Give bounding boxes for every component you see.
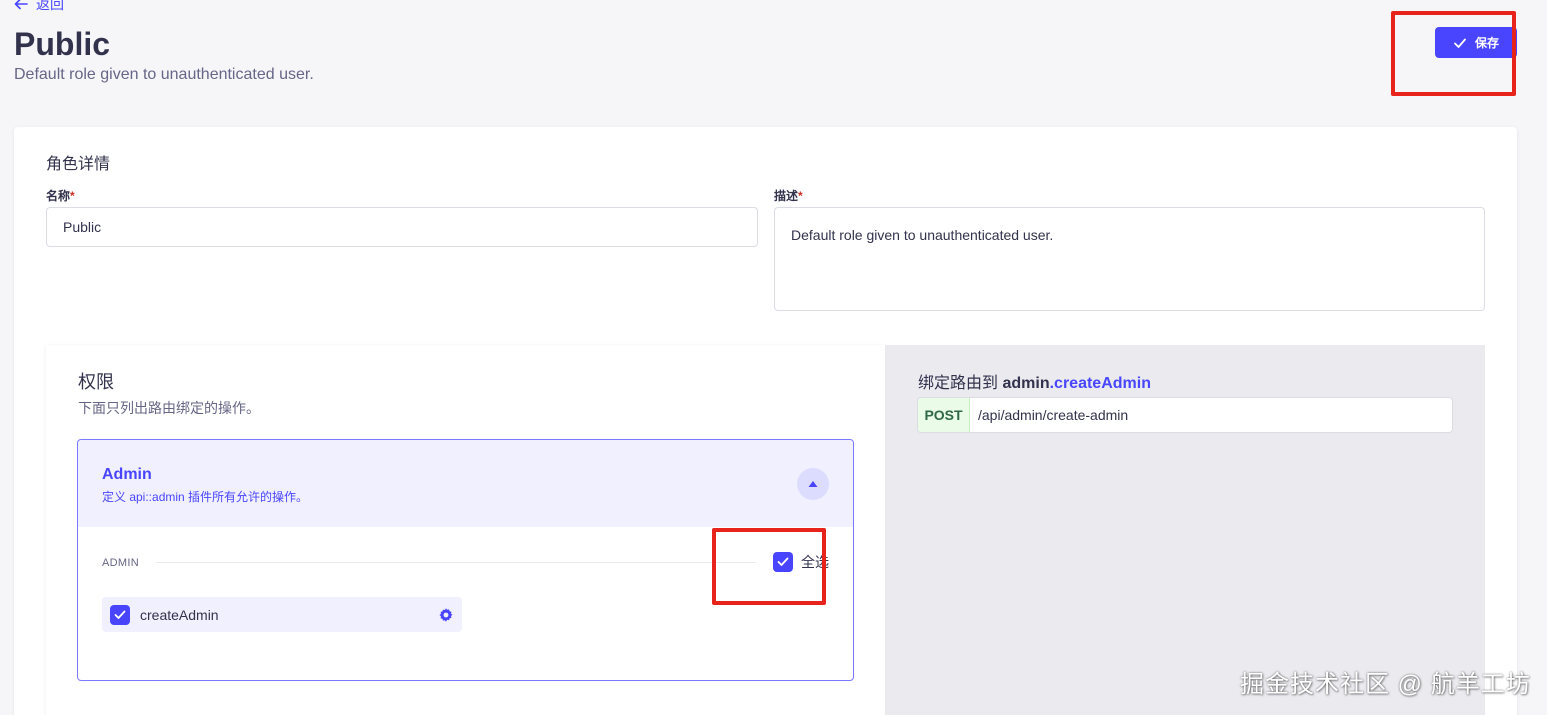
route-box: POST /api/admin/create-admin (917, 397, 1453, 433)
permissions-description: 下面只列出路由绑定的操作。 (78, 400, 260, 416)
action-row-createAdmin[interactable]: createAdmin (102, 597, 462, 632)
required-mark: * (70, 189, 75, 203)
action-label: createAdmin (140, 606, 219, 623)
description-textarea-value: Default role given to unauthenticated us… (791, 227, 1054, 243)
watermark-text: 掘金技术社区 @ 航羊工坊 (1240, 671, 1531, 698)
accordion-header[interactable]: Admin 定义 api::admin 插件所有允许的操作。 (78, 440, 853, 527)
http-method-badge: POST (918, 398, 970, 432)
back-link-label: 返回 (36, 0, 64, 12)
page-subtitle: Default role given to unauthenticated us… (14, 66, 314, 83)
route-path: /api/admin/create-admin (978, 407, 1129, 423)
select-all-checkbox[interactable]: 全选 (773, 552, 829, 572)
route-controller: admin (1002, 375, 1050, 392)
route-action: createAdmin (1054, 375, 1151, 392)
select-all-checkbox-box[interactable] (773, 552, 793, 572)
back-link[interactable]: 返回 (14, 0, 64, 14)
route-title-prefix: 绑定路由到 (918, 375, 999, 392)
gear-icon[interactable] (438, 607, 454, 623)
select-all-label: 全选 (801, 554, 829, 570)
description-field-label: 描述* (774, 187, 803, 204)
group-divider (156, 562, 756, 563)
description-textarea[interactable]: Default role given to unauthenticated us… (774, 207, 1485, 311)
chevron-up-icon (808, 481, 818, 487)
name-label-text: 名称 (46, 189, 71, 203)
collapse-button[interactable] (797, 468, 829, 500)
save-button-label: 保存 (1474, 36, 1499, 50)
page-title: Public (14, 26, 111, 62)
action-checkbox[interactable] (110, 604, 130, 625)
check-icon (1454, 38, 1466, 48)
save-button[interactable]: 保存 (1435, 27, 1517, 58)
arrow-left-icon (14, 0, 28, 10)
desc-label-text: 描述 (774, 189, 799, 203)
permissions-title: 权限 (78, 372, 114, 392)
route-title: 绑定路由到 admin.createAdmin (918, 369, 1151, 393)
name-input[interactable]: Public (46, 207, 758, 247)
required-mark: * (798, 189, 803, 203)
accordion-title: Admin (102, 466, 152, 483)
name-field-label: 名称* (46, 187, 75, 204)
accordion-description: 定义 api::admin 插件所有允许的操作。 (102, 490, 309, 504)
check-icon (777, 557, 789, 566)
check-icon (114, 610, 126, 619)
admin-plugin-accordion: Admin 定义 api::admin 插件所有允许的操作。 ADMIN 全选 … (77, 439, 854, 681)
role-details-title: 角色详情 (46, 156, 111, 173)
group-label: ADMIN (102, 557, 139, 569)
name-input-value: Public (63, 219, 102, 235)
